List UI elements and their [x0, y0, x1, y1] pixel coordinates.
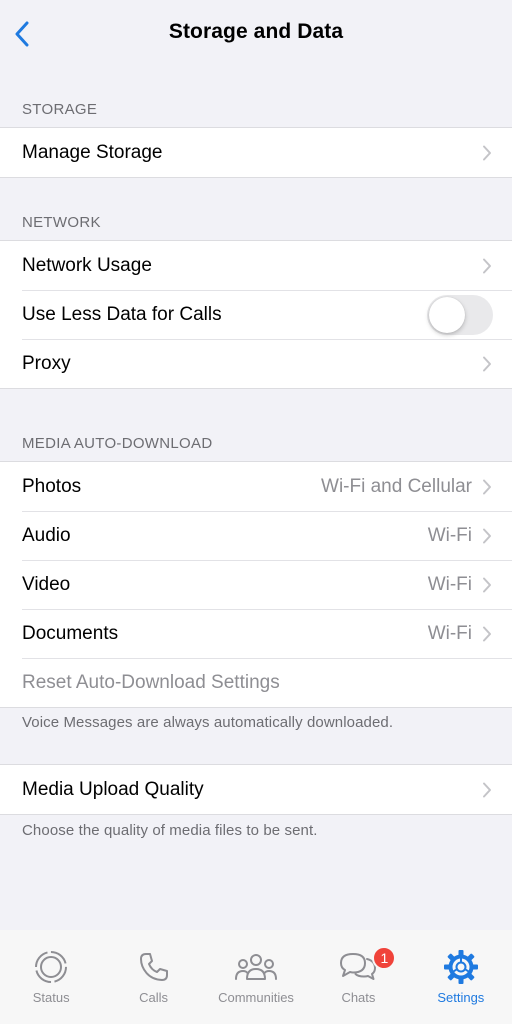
manage-storage-row[interactable]: Manage Storage — [0, 128, 512, 177]
tab-bar: Status Calls Communities 1 Chats Setting… — [0, 930, 512, 1024]
tab-communities[interactable]: Communities — [205, 930, 307, 1024]
navigation-bar: Storage and Data — [0, 0, 512, 70]
tab-label: Chats — [341, 990, 376, 1005]
row-label: Proxy — [22, 352, 71, 374]
upload-group: Media Upload Quality — [0, 764, 512, 815]
upload-quality-note: Choose the quality of media files to be … — [22, 822, 318, 839]
phone-icon — [138, 948, 170, 986]
row-label: Reset Auto-Download Settings — [22, 671, 280, 693]
chevron-right-icon — [482, 577, 492, 593]
reset-auto-download-button[interactable]: Reset Auto-Download Settings — [0, 658, 512, 707]
tab-calls[interactable]: Calls — [102, 930, 204, 1024]
section-header-storage: STORAGE — [22, 101, 98, 118]
chevron-right-icon — [482, 528, 492, 544]
chevron-right-icon — [482, 356, 492, 372]
row-value: Wi-Fi — [427, 524, 472, 546]
tab-label: Settings — [437, 990, 485, 1005]
video-row[interactable]: Video Wi-Fi — [0, 560, 512, 609]
media-auto-download-group: Photos Wi-Fi and Cellular Audio Wi-Fi Vi… — [0, 461, 512, 708]
row-label: Documents — [22, 622, 119, 644]
documents-row[interactable]: Documents Wi-Fi — [0, 609, 512, 658]
row-value: Wi-Fi and Cellular — [321, 475, 472, 497]
toggle-knob — [429, 296, 465, 333]
gear-icon — [443, 948, 479, 986]
tab-label: Calls — [139, 990, 169, 1005]
row-label: Media Upload Quality — [22, 778, 204, 800]
chevron-right-icon — [482, 258, 492, 274]
row-label: Use Less Data for Calls — [22, 303, 222, 325]
voice-messages-note: Voice Messages are always automatically … — [22, 714, 394, 731]
tab-settings[interactable]: Settings — [410, 930, 512, 1024]
use-less-data-toggle[interactable] — [427, 294, 493, 335]
use-less-data-row: Use Less Data for Calls — [0, 290, 512, 339]
row-label: Video — [22, 573, 71, 595]
photos-row[interactable]: Photos Wi-Fi and Cellular — [0, 462, 512, 511]
row-label: Photos — [22, 475, 82, 497]
tab-label: Status — [32, 990, 70, 1005]
storage-and-data-screen: Storage and Data STORAGE Manage Storage … — [0, 0, 512, 1024]
chevron-right-icon — [482, 145, 492, 161]
network-group: Network Usage Use Less Data for Calls Pr… — [0, 240, 512, 389]
chevron-right-icon — [482, 479, 492, 495]
communities-icon — [234, 948, 278, 986]
tab-chats[interactable]: 1 Chats — [307, 930, 409, 1024]
unread-badge: 1 — [372, 946, 397, 970]
tab-label: Communities — [218, 990, 294, 1005]
audio-row[interactable]: Audio Wi-Fi — [0, 511, 512, 560]
storage-group: Manage Storage — [0, 127, 512, 178]
chevron-right-icon — [482, 782, 492, 798]
network-usage-row[interactable]: Network Usage — [0, 241, 512, 290]
row-value: Wi-Fi — [427, 573, 472, 595]
section-header-media-auto-download: MEDIA AUTO-DOWNLOAD — [22, 435, 213, 452]
row-value: Wi-Fi — [427, 622, 472, 644]
row-label: Manage Storage — [22, 141, 163, 163]
media-upload-quality-row[interactable]: Media Upload Quality — [0, 765, 512, 814]
row-label: Audio — [22, 524, 71, 546]
page-title: Storage and Data — [168, 20, 344, 43]
status-icon — [34, 948, 68, 986]
chevron-right-icon — [482, 626, 492, 642]
row-label: Network Usage — [22, 254, 152, 276]
section-header-network: NETWORK — [22, 214, 101, 231]
proxy-row[interactable]: Proxy — [0, 339, 512, 388]
tab-status[interactable]: Status — [0, 930, 102, 1024]
